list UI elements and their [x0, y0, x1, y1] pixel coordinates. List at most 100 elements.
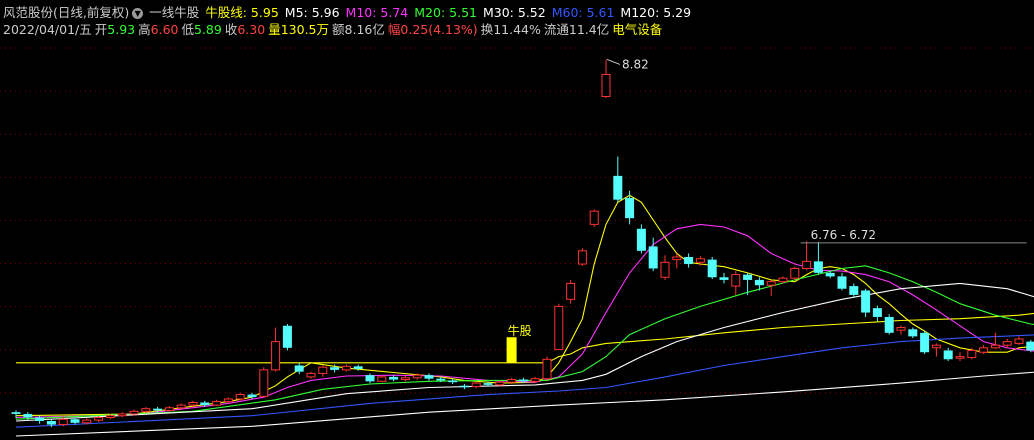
ma-line: [15, 194, 1034, 417]
candle-body: [518, 379, 528, 382]
candle-body: [754, 279, 764, 286]
indicator-name[interactable]: 一线牛股: [149, 5, 199, 20]
candle-body: [141, 408, 151, 412]
candle-body: [648, 246, 658, 269]
quote-value: 6.30: [237, 22, 266, 37]
candle-body: [613, 175, 623, 200]
quote-value-list: 2022/04/01/五 开5.93 高6.60 低5.89 收6.30 量130.5万额…: [3, 22, 665, 37]
quote-item: 量130.5万: [268, 22, 329, 37]
candle-body: [1002, 341, 1012, 346]
candle-body: [223, 398, 233, 403]
ma-value-list: 牛股线: 5.95 M5: 5.96 M10: 5.74 M20: 5.51 M30: …: [205, 5, 697, 20]
quote-label: 收: [224, 22, 238, 37]
quote-item: 开5.93: [95, 22, 135, 37]
candle-body: [1026, 341, 1034, 351]
candle-body: [837, 276, 847, 289]
ma-item: M60: 5.61: [551, 5, 615, 20]
kline-chart[interactable]: 8.82 6.76 - 6.72 牛股: [0, 0, 1034, 440]
candle-body: [365, 375, 375, 382]
candle-body: [743, 274, 753, 280]
candle-body: [259, 369, 269, 397]
candle-body: [849, 286, 859, 295]
candle-body: [955, 356, 965, 359]
quote-label: 流通: [543, 22, 569, 37]
candle-body: [389, 376, 399, 380]
quote-item: 2022/04/01/五: [3, 22, 92, 37]
quote-label: 开: [94, 22, 108, 37]
ma-item: 牛股线: 5.95: [205, 5, 279, 20]
price-grid: [0, 47, 1034, 394]
candle-body: [684, 256, 694, 265]
header-quote-row: 2022/04/01/五 开5.93 高6.60 低5.89 收6.30 量130.5万额…: [3, 22, 671, 38]
candle-body: [861, 290, 871, 313]
candle-body: [625, 197, 635, 219]
candle-body: [507, 379, 517, 383]
candle-body: [459, 385, 469, 388]
quote-label: 电气设备: [612, 22, 663, 37]
candle-body: [483, 383, 493, 385]
candle-body: [188, 401, 198, 406]
candle-body: [790, 267, 800, 279]
quote-value: 11.4亿: [568, 22, 610, 37]
candle-body: [164, 407, 174, 411]
candle-body: [967, 349, 977, 359]
header-indicator-row: 风范股份(日线,前复权) ▼ 一线牛股 牛股线: 5.95 M5: 5.96 M10: 5…: [3, 5, 703, 21]
candle-body: [105, 415, 115, 418]
candle-body: [931, 344, 941, 349]
candle-body: [979, 347, 989, 353]
quote-item: 电气设备: [612, 22, 662, 37]
quote-item: 低5.89: [181, 22, 221, 37]
candle-body: [802, 260, 812, 269]
candle-body: [23, 413, 33, 418]
candle-body: [990, 344, 1000, 349]
quote-value: 11.44%: [493, 22, 541, 37]
candle-body: [554, 305, 564, 351]
candle-body: [200, 402, 210, 406]
candle-body: [271, 341, 281, 371]
quote-value: 130.5万: [280, 22, 330, 37]
candle-body: [695, 258, 705, 263]
candle-body: [908, 329, 918, 337]
high-price-label: 8.82: [622, 57, 649, 71]
quote-item: 额8.16亿: [332, 22, 385, 37]
candle-body: [235, 394, 245, 400]
candle-body: [766, 281, 776, 286]
candle-body: [353, 366, 363, 369]
candle-body: [660, 261, 670, 278]
quote-value: 5.93: [107, 22, 136, 37]
candle-body: [943, 350, 953, 360]
candle-body: [436, 378, 446, 381]
candle-body: [412, 374, 422, 379]
candle-body: [94, 416, 104, 421]
quote-value: 5.89: [194, 22, 222, 37]
candle-body: [424, 375, 434, 379]
candle-body: [247, 394, 257, 398]
candle-body: [82, 419, 92, 424]
high-pointer: [606, 58, 621, 65]
candle-body: [400, 377, 410, 381]
candle-body: [330, 367, 340, 370]
candle-body: [341, 365, 351, 371]
quote-label: 2022/04/01/五: [3, 22, 92, 37]
quote-value: 8.16亿: [344, 22, 385, 37]
stock-title[interactable]: 风范股份(日线,前复权): [3, 5, 129, 20]
candle-body: [318, 366, 328, 374]
candle-body: [448, 380, 458, 383]
ma-item: M20: 5.51: [414, 5, 477, 20]
range-price-label: 6.76 - 6.72: [811, 228, 876, 242]
candle-body: [530, 378, 540, 382]
candle-body: [577, 250, 587, 265]
candle-body: [294, 365, 304, 372]
candle-body: [672, 256, 682, 261]
dropdown-circle-icon[interactable]: ▼: [132, 8, 144, 19]
ma-line: [15, 223, 1034, 419]
candle-body: [495, 381, 505, 386]
candle-body: [70, 419, 80, 423]
candle-body: [719, 277, 729, 280]
candle-body: [1014, 338, 1024, 344]
quote-value: 6.60: [150, 22, 179, 37]
candle-body: [46, 421, 56, 425]
candle-body: [825, 272, 835, 277]
signal-label: 牛股: [508, 323, 532, 338]
candle-body: [542, 358, 552, 380]
